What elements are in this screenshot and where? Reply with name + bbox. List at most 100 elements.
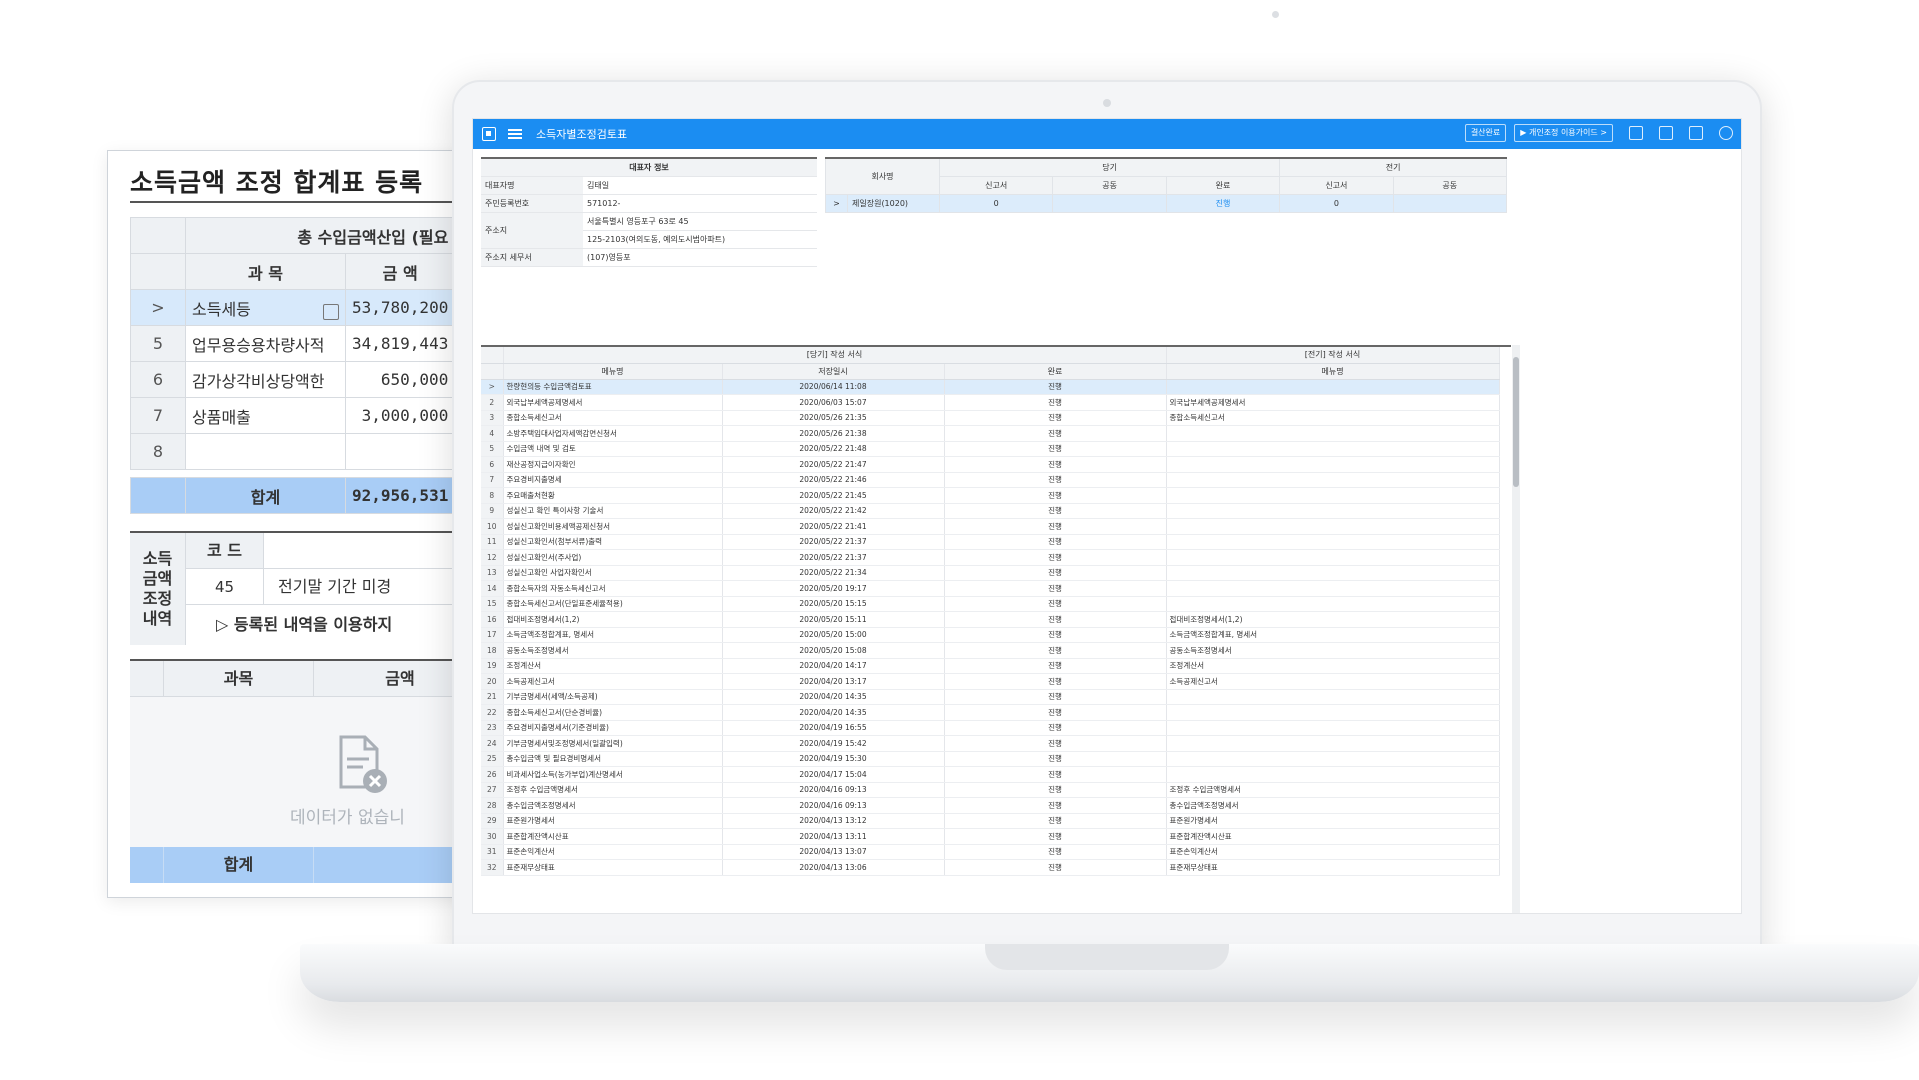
table-row[interactable]: 18 공동소득조정명세서 2020/05/20 15:08 진행 공동소득조정명세서: [481, 642, 1500, 659]
table-row[interactable]: 29 표준원가명세서 2020/04/13 13:12 진행 표준원가명세서: [481, 813, 1500, 829]
status-link[interactable]: 진행: [944, 627, 1167, 643]
status-link[interactable]: 진행: [944, 534, 1167, 550]
menu-name-cell[interactable]: 주요경비지출명세: [503, 472, 723, 488]
prior-menu-cell[interactable]: 표준손익계산서: [1166, 844, 1500, 860]
table-row[interactable]: 12 성실신고확인서(주사업) 2020/05/22 21:37 진행: [481, 549, 1500, 566]
status-link[interactable]: 진행: [944, 487, 1167, 504]
prior-menu-cell[interactable]: 표준합계잔액시산표: [1166, 828, 1500, 845]
menu-name-cell[interactable]: 표준손익계산서: [503, 844, 723, 860]
menu-name-cell[interactable]: 조정후 수입금액명세서: [503, 782, 723, 798]
item-cell[interactable]: 소득세등: [185, 289, 346, 326]
menu-name-cell[interactable]: 공동소득조정명세서: [503, 642, 723, 659]
table-row[interactable]: 14 종합소득자의 자동소득세신고서 2020/05/20 19:17 진행: [481, 580, 1500, 597]
amount-cell[interactable]: 3,000,000: [344, 397, 456, 434]
status-link[interactable]: 진행: [944, 859, 1167, 876]
item-cell[interactable]: [185, 433, 346, 470]
menu-name-cell[interactable]: 기부금명세서및조정명세서(일괄입력): [503, 735, 723, 752]
status-link[interactable]: 진행: [944, 518, 1167, 535]
table-row[interactable]: 11 성실신고확인서(첨부서류)출력 2020/05/22 21:37 진행: [481, 534, 1500, 550]
menu-name-cell[interactable]: 소방주택임대사업자세액감면신청서: [503, 425, 723, 442]
table-row[interactable]: > 한량현의등 수입금액검토표 2020/06/14 11:08 진행: [481, 379, 1500, 395]
use-registered-hint[interactable]: ▷ 등록된 내역을 이용하지: [186, 605, 486, 645]
status-link[interactable]: 진행: [944, 689, 1167, 705]
table-row[interactable]: 28 총수입금액조정명세서 2020/04/16 09:13 진행 총수입금액조정명세서: [481, 797, 1500, 814]
table-row[interactable]: 20 소득공제신고서 2020/04/20 13:17 진행 소득공제신고서: [481, 673, 1500, 690]
table-row[interactable]: > 소득세등 53,780,200: [130, 289, 456, 326]
menu-name-cell[interactable]: 총수입금액조정명세서: [503, 797, 723, 814]
table-row[interactable]: 5 업무용승용차량사적 34,819,443: [130, 325, 456, 362]
status-link[interactable]: 진행: [944, 828, 1167, 845]
status-link[interactable]: 진행: [944, 813, 1167, 829]
status-link[interactable]: 진행: [944, 565, 1167, 581]
amount-cell[interactable]: 650,000: [344, 361, 456, 398]
menu-name-cell[interactable]: 성실신고 확인 특이사항 기술서: [503, 503, 723, 519]
prior-menu-cell[interactable]: [1166, 735, 1500, 752]
item-cell[interactable]: 감가상각비상당액한: [185, 361, 346, 398]
status-link[interactable]: 진행: [944, 844, 1167, 860]
status-link[interactable]: 진행: [944, 503, 1167, 519]
table-row[interactable]: 32 표준재무상태표 2020/04/13 13:06 진행 표준재무상태표: [481, 859, 1500, 876]
menu-name-cell[interactable]: 종합소득세신고서: [503, 410, 723, 426]
menu-name-cell[interactable]: 소득금액조정합계표, 명세서: [503, 627, 723, 643]
status-link[interactable]: 진행: [944, 720, 1167, 736]
table-row[interactable]: 17 소득금액조정합계표, 명세서 2020/05/20 15:00 진행 소득금액조정…: [481, 627, 1500, 643]
status-link[interactable]: 진행: [944, 379, 1167, 395]
table-row[interactable]: 5 수입금액 내역 및 검토 2020/05/22 21:48 진행: [481, 441, 1500, 457]
prior-menu-cell[interactable]: [1166, 720, 1500, 736]
menu-name-cell[interactable]: 성실신고확인 사업자확인서: [503, 565, 723, 581]
table-row[interactable]: 21 기부금명세서(세액/소득공제) 2020/04/20 14:35 진행: [481, 689, 1500, 705]
table-row[interactable]: 4 소방주택임대사업자세액감면신청서 2020/05/26 21:38 진행: [481, 425, 1500, 442]
menu-name-cell[interactable]: 외국납부세액공제명세서: [503, 394, 723, 411]
prior-menu-cell[interactable]: [1166, 596, 1500, 612]
table-row[interactable]: 13 성실신고확인 사업자확인서 2020/05/22 21:34 진행: [481, 565, 1500, 581]
table-row[interactable]: 31 표준손익계산서 2020/04/13 13:07 진행 표준손익계산서: [481, 844, 1500, 860]
menu-name-cell[interactable]: 주요경비지출명세서(기준경비율): [503, 720, 723, 736]
status-link[interactable]: 진행: [944, 611, 1167, 628]
company-row[interactable]: > 제일장원(1020) 0 진행 0: [825, 193, 1508, 213]
amount-cell[interactable]: 53,780,200: [344, 289, 456, 326]
status-link[interactable]: 진행: [944, 394, 1167, 411]
menu-name-cell[interactable]: 종합소득세신고서(단일표준세율적용): [503, 596, 723, 612]
settings-icon[interactable]: [1719, 126, 1733, 140]
prior-menu-cell[interactable]: 종합소득세신고서: [1166, 410, 1500, 426]
table-row[interactable]: 19 조정계산서 2020/04/20 14:17 진행 조정계산서: [481, 658, 1500, 674]
prior-menu-cell[interactable]: [1166, 456, 1500, 473]
menu-name-cell[interactable]: 성실신고확인서(주사업): [503, 549, 723, 566]
clipboard-icon[interactable]: [1659, 126, 1673, 140]
prior-menu-cell[interactable]: 조정후 수입금액명세서: [1166, 782, 1500, 798]
table-row[interactable]: 8 주요매출처현황 2020/05/22 21:45 진행: [481, 487, 1500, 504]
status-link[interactable]: 진행: [944, 766, 1167, 783]
table-row[interactable]: 16 접대비조정명세서(1,2) 2020/05/20 15:11 진행 접대비조정명세…: [481, 611, 1500, 628]
print-icon[interactable]: [1629, 126, 1643, 140]
status-link[interactable]: 진행: [944, 410, 1167, 426]
table-row[interactable]: 24 기부금명세서및조정명세서(일괄입력) 2020/04/19 15:42 진행: [481, 735, 1500, 752]
prior-menu-cell[interactable]: 접대비조정명세서(1,2): [1166, 611, 1500, 628]
prior-menu-cell[interactable]: [1166, 518, 1500, 535]
code-value[interactable]: 45: [186, 569, 264, 605]
table-row[interactable]: 30 표준합계잔액시산표 2020/04/13 13:11 진행 표준합계잔액시산표: [481, 828, 1500, 845]
status-link[interactable]: 진행: [944, 735, 1167, 752]
prior-menu-cell[interactable]: [1166, 751, 1500, 767]
current-report[interactable]: 0: [938, 193, 1054, 213]
prior-menu-cell[interactable]: 총수입금액조정명세서: [1166, 797, 1500, 814]
menu-name-cell[interactable]: 기부금명세서(세액/소득공제): [503, 689, 723, 705]
company-name[interactable]: 제일장원(1020): [847, 193, 940, 213]
menu-name-cell[interactable]: 한량현의등 수입금액검토표: [503, 379, 723, 395]
status-link[interactable]: 진행: [944, 472, 1167, 488]
menu-name-cell[interactable]: 성실신고확인서(첨부서류)출력: [503, 534, 723, 550]
table-row[interactable]: 26 비과세사업소득(농가부업)계산명세서 2020/04/17 15:04 진행: [481, 766, 1500, 783]
prior-menu-cell[interactable]: [1166, 472, 1500, 488]
menu-name-cell[interactable]: 재산공정지급이자확인: [503, 456, 723, 473]
status-link[interactable]: 진행: [944, 642, 1167, 659]
prior-menu-cell[interactable]: 소득공제신고서: [1166, 673, 1500, 690]
table-row[interactable]: 7 주요경비지출명세 2020/05/22 21:46 진행: [481, 472, 1500, 488]
close-settlement-button[interactable]: 결산완료: [1464, 124, 1507, 142]
status-link[interactable]: 진행: [944, 549, 1167, 566]
menu-name-cell[interactable]: 종합소득세신고서(단순경비율): [503, 704, 723, 721]
menu-name-cell[interactable]: 수입금액 내역 및 검토: [503, 441, 723, 457]
table-row[interactable]: 9 성실신고 확인 특이사항 기술서 2020/05/22 21:42 진행: [481, 503, 1500, 519]
prior-menu-cell[interactable]: [1166, 534, 1500, 550]
item-cell[interactable]: 상품매출: [185, 397, 346, 434]
table-row[interactable]: 27 조정후 수입금액명세서 2020/04/16 09:13 진행 조정후 수입금액명…: [481, 782, 1500, 798]
status-link[interactable]: 진행: [944, 658, 1167, 674]
